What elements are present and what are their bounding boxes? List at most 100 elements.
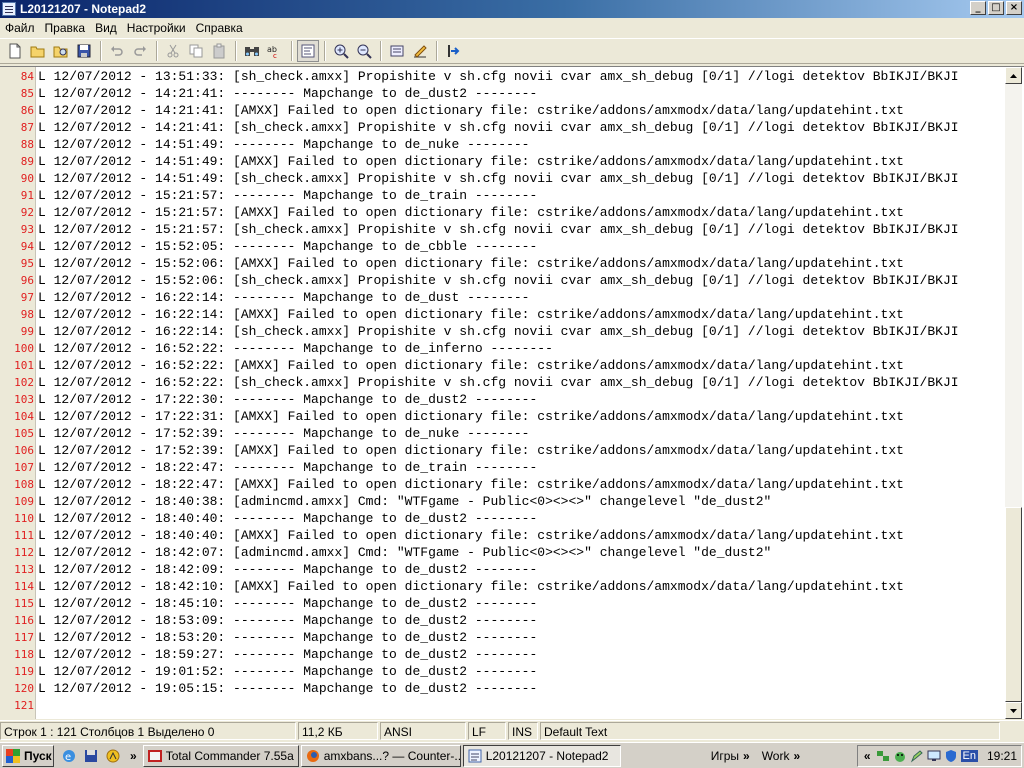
network-icon[interactable]: [876, 749, 890, 763]
toolbar-games-more[interactable]: »: [743, 749, 750, 763]
line-text[interactable]: L 12/07/2012 - 13:51:33: [sh_check.amxx]…: [38, 68, 959, 85]
editor-line[interactable]: 93 L 12/07/2012 - 15:21:57: [sh_check.amx…: [0, 221, 1004, 238]
editor-line[interactable]: 116 L 12/07/2012 - 18:53:09: -------- Map…: [0, 612, 1004, 629]
notepad2-app-icon[interactable]: [2, 2, 16, 16]
line-text[interactable]: L 12/07/2012 - 15:52:06: [AMXX] Failed t…: [38, 255, 904, 272]
editor-line[interactable]: 113 L 12/07/2012 - 18:42:09: -------- Map…: [0, 561, 1004, 578]
status-insert-mode[interactable]: INS: [508, 721, 538, 740]
line-text[interactable]: L 12/07/2012 - 16:52:22: [AMXX] Failed t…: [38, 357, 904, 374]
menu-settings[interactable]: Настройки: [124, 21, 193, 35]
save-button[interactable]: [73, 40, 95, 62]
line-text[interactable]: L 12/07/2012 - 14:51:49: [AMXX] Failed t…: [38, 153, 904, 170]
editor[interactable]: 84 L 12/07/2012 - 13:51:33: [sh_check.amx…: [0, 66, 1024, 719]
quick-launch-item[interactable]: [82, 747, 100, 765]
status-encoding[interactable]: ANSI: [380, 721, 466, 740]
editor-line[interactable]: 88 L 12/07/2012 - 14:51:49: -------- Mapc…: [0, 136, 1004, 153]
editor-line[interactable]: 117 L 12/07/2012 - 18:53:20: -------- Map…: [0, 629, 1004, 646]
replace-button[interactable]: ab c: [264, 40, 286, 62]
redo-button[interactable]: [129, 40, 151, 62]
editor-line[interactable]: 106 L 12/07/2012 - 17:52:39: [AMXX] Faile…: [0, 442, 1004, 459]
editor-line[interactable]: 86 L 12/07/2012 - 14:21:41: [AMXX] Failed…: [0, 102, 1004, 119]
editor-line[interactable]: 90 L 12/07/2012 - 14:51:49: [sh_check.amx…: [0, 170, 1004, 187]
menu-help[interactable]: Справка: [193, 21, 250, 35]
editor-line[interactable]: 92 L 12/07/2012 - 15:21:57: [AMXX] Failed…: [0, 204, 1004, 221]
editor-line[interactable]: 102 L 12/07/2012 - 16:52:22: [sh_check.am…: [0, 374, 1004, 391]
language-indicator[interactable]: En: [960, 750, 978, 762]
vertical-scrollbar[interactable]: [1005, 67, 1022, 719]
minimize-button[interactable]: _: [970, 1, 986, 15]
line-text[interactable]: L 12/07/2012 - 18:22:47: [AMXX] Failed t…: [38, 476, 904, 493]
word-wrap-button[interactable]: [297, 40, 319, 62]
line-text[interactable]: L 12/07/2012 - 16:22:14: [AMXX] Failed t…: [38, 306, 904, 323]
line-text[interactable]: L 12/07/2012 - 15:21:57: [sh_check.amxx]…: [38, 221, 959, 238]
line-text[interactable]: L 12/07/2012 - 14:21:41: -------- Mapcha…: [38, 85, 537, 102]
quick-launch-item[interactable]: e: [60, 747, 78, 765]
quick-launch-item[interactable]: [104, 747, 122, 765]
editor-line[interactable]: 85 L 12/07/2012 - 14:21:41: -------- Mapc…: [0, 85, 1004, 102]
status-scheme[interactable]: Default Text: [540, 721, 1000, 740]
line-text[interactable]: L 12/07/2012 - 18:53:20: -------- Mapcha…: [38, 629, 537, 646]
line-text[interactable]: L 12/07/2012 - 16:52:22: -------- Mapcha…: [38, 340, 553, 357]
editor-line[interactable]: 119 L 12/07/2012 - 19:01:52: -------- Map…: [0, 663, 1004, 680]
line-text[interactable]: L 12/07/2012 - 14:51:49: [sh_check.amxx]…: [38, 170, 959, 187]
settings-button[interactable]: [386, 40, 408, 62]
line-text[interactable]: L 12/07/2012 - 18:42:09: -------- Mapcha…: [38, 561, 537, 578]
editor-line[interactable]: 118 L 12/07/2012 - 18:59:27: -------- Map…: [0, 646, 1004, 663]
editor-line[interactable]: 107 L 12/07/2012 - 18:22:47: -------- Map…: [0, 459, 1004, 476]
exit-button[interactable]: [442, 40, 464, 62]
editor-line[interactable]: 95 L 12/07/2012 - 15:52:06: [AMXX] Failed…: [0, 255, 1004, 272]
scroll-thumb[interactable]: [1005, 507, 1022, 702]
task-total-commander[interactable]: Total Commander 7.55a ...: [142, 744, 299, 767]
line-text[interactable]: L 12/07/2012 - 14:21:41: [sh_check.amxx]…: [38, 119, 959, 136]
pencil-tray-icon[interactable]: [910, 749, 924, 763]
close-button[interactable]: ×: [1006, 1, 1022, 15]
editor-line[interactable]: 114 L 12/07/2012 - 18:42:10: [AMXX] Faile…: [0, 578, 1004, 595]
editor-line[interactable]: 120 L 12/07/2012 - 19:05:15: -------- Map…: [0, 680, 1004, 697]
line-text[interactable]: L 12/07/2012 - 16:22:14: -------- Mapcha…: [38, 289, 529, 306]
cut-button[interactable]: [162, 40, 184, 62]
scroll-up-button[interactable]: [1005, 67, 1022, 84]
line-text[interactable]: L 12/07/2012 - 18:40:38: [admincmd.amxx]…: [38, 493, 771, 510]
editor-line[interactable]: 111 L 12/07/2012 - 18:40:40: [AMXX] Faile…: [0, 527, 1004, 544]
editor-line[interactable]: 108 L 12/07/2012 - 18:22:47: [AMXX] Faile…: [0, 476, 1004, 493]
editor-line[interactable]: 91 L 12/07/2012 - 15:21:57: -------- Mapc…: [0, 187, 1004, 204]
line-text[interactable]: L 12/07/2012 - 18:22:47: -------- Mapcha…: [38, 459, 537, 476]
line-text[interactable]: L 12/07/2012 - 14:51:49: -------- Mapcha…: [38, 136, 529, 153]
text-area[interactable]: 84 L 12/07/2012 - 13:51:33: [sh_check.amx…: [0, 68, 1004, 714]
editor-line[interactable]: 100 L 12/07/2012 - 16:52:22: -------- Map…: [0, 340, 1004, 357]
editor-line[interactable]: 99 L 12/07/2012 - 16:22:14: [sh_check.amx…: [0, 323, 1004, 340]
frog-icon[interactable]: [893, 749, 907, 763]
line-text[interactable]: L 12/07/2012 - 18:40:40: [AMXX] Failed t…: [38, 527, 904, 544]
line-text[interactable]: L 12/07/2012 - 17:52:39: -------- Mapcha…: [38, 425, 529, 442]
monitor-icon[interactable]: [927, 749, 941, 763]
line-text[interactable]: L 12/07/2012 - 16:52:22: [sh_check.amxx]…: [38, 374, 959, 391]
task-firefox[interactable]: amxbans...? — Counter-...: [300, 744, 461, 767]
open-file-button[interactable]: [27, 40, 49, 62]
menu-file[interactable]: Файл: [2, 21, 42, 35]
line-text[interactable]: L 12/07/2012 - 18:42:10: [AMXX] Failed t…: [38, 578, 904, 595]
clock[interactable]: 19:21: [987, 749, 1017, 763]
browse-button[interactable]: [50, 40, 72, 62]
editor-line[interactable]: 109 L 12/07/2012 - 18:40:38: [admincmd.am…: [0, 493, 1004, 510]
editor-line[interactable]: 84 L 12/07/2012 - 13:51:33: [sh_check.amx…: [0, 68, 1004, 85]
toolbar-games[interactable]: Игры: [711, 749, 739, 763]
line-text[interactable]: L 12/07/2012 - 17:22:31: [AMXX] Failed t…: [38, 408, 904, 425]
quick-launch-more[interactable]: »: [130, 749, 137, 763]
editor-line[interactable]: 104 L 12/07/2012 - 17:22:31: [AMXX] Faile…: [0, 408, 1004, 425]
line-text[interactable]: L 12/07/2012 - 18:59:27: -------- Mapcha…: [38, 646, 537, 663]
menu-edit[interactable]: Правка: [42, 21, 93, 35]
line-text[interactable]: L 12/07/2012 - 16:22:14: [sh_check.amxx]…: [38, 323, 959, 340]
line-text[interactable]: L 12/07/2012 - 15:21:57: [AMXX] Failed t…: [38, 204, 904, 221]
line-text[interactable]: L 12/07/2012 - 18:42:07: [admincmd.amxx]…: [38, 544, 771, 561]
editor-line[interactable]: 112 L 12/07/2012 - 18:42:07: [admincmd.am…: [0, 544, 1004, 561]
line-text[interactable]: L 12/07/2012 - 17:22:30: -------- Mapcha…: [38, 391, 537, 408]
editor-line[interactable]: 89 L 12/07/2012 - 14:51:49: [AMXX] Failed…: [0, 153, 1004, 170]
toolbar-work-more[interactable]: »: [793, 749, 800, 763]
zoom-in-button[interactable]: [330, 40, 352, 62]
tray-expand-button[interactable]: «: [864, 749, 871, 763]
line-text[interactable]: L 12/07/2012 - 14:21:41: [AMXX] Failed t…: [38, 102, 904, 119]
scheme-button[interactable]: [409, 40, 431, 62]
undo-button[interactable]: [106, 40, 128, 62]
maximize-button[interactable]: □: [988, 1, 1004, 15]
editor-line[interactable]: 87 L 12/07/2012 - 14:21:41: [sh_check.amx…: [0, 119, 1004, 136]
